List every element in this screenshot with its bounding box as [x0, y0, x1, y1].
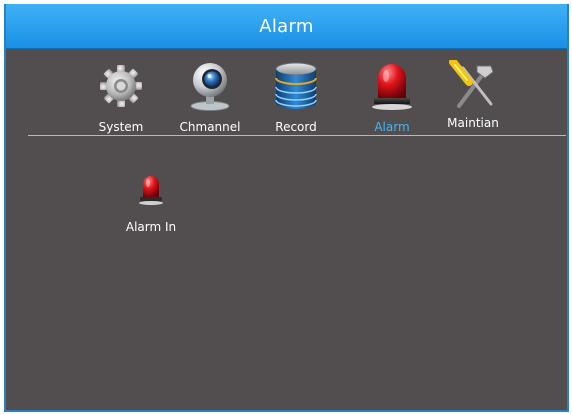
alarm-window: Alarm System Chmannel Record Alarm Maint…	[4, 4, 569, 412]
camera-icon	[190, 63, 230, 111]
tab-label: System	[98, 120, 144, 134]
tab-maintain[interactable]: Maintian	[433, 60, 513, 136]
tab-record[interactable]: Record	[256, 60, 336, 136]
alarm-in-label: Alarm In	[125, 220, 177, 234]
tab-label: Chmannel	[179, 120, 241, 134]
title-bar: Alarm	[6, 4, 567, 49]
hard-drive-icon	[275, 62, 317, 109]
menu-divider	[28, 135, 566, 136]
tab-label: Maintian	[447, 116, 499, 130]
tools-icon	[449, 60, 494, 108]
alarm-in-item[interactable]: Alarm In	[111, 172, 191, 244]
tab-channel[interactable]: Chmannel	[170, 60, 250, 136]
tab-alarm[interactable]: Alarm	[352, 60, 432, 136]
tab-system[interactable]: System	[81, 60, 161, 136]
window-title: Alarm	[259, 15, 314, 37]
alarm-siren-icon	[139, 176, 163, 205]
gear-icon	[100, 65, 142, 107]
tab-label: Alarm	[374, 120, 410, 134]
tab-label: Record	[275, 120, 317, 134]
alarm-siren-icon	[372, 64, 412, 110]
